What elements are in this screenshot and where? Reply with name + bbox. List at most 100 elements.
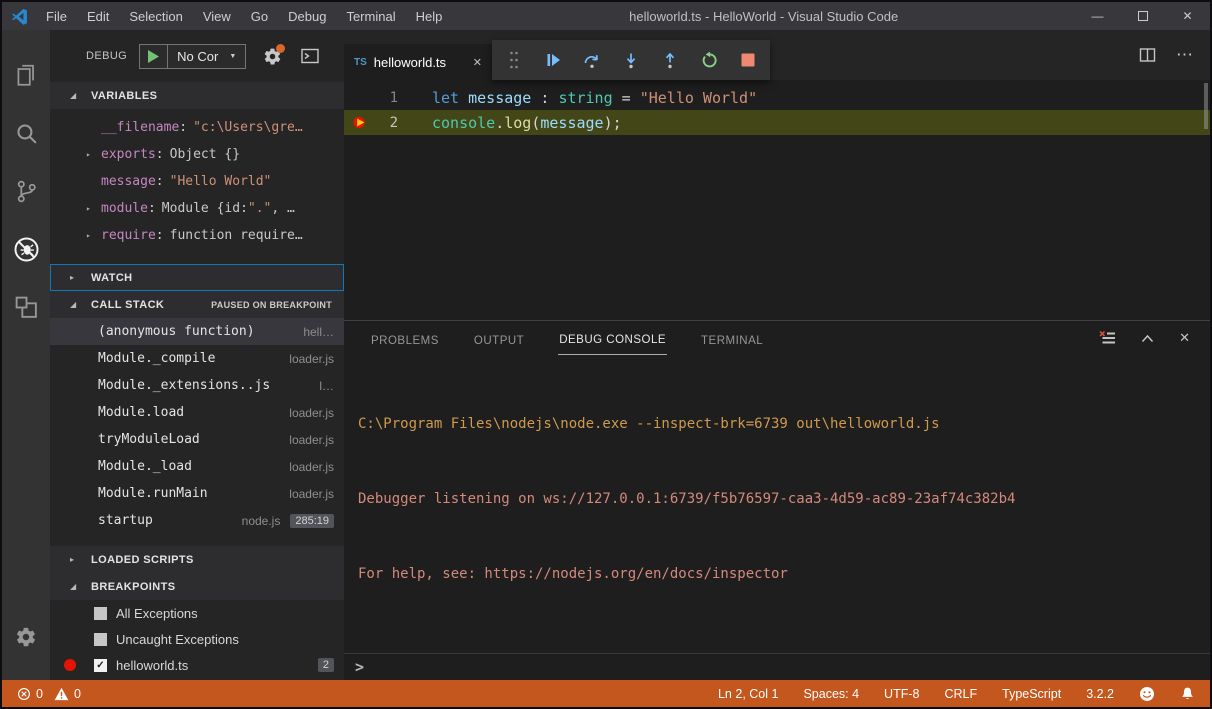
maximize-icon [1138,11,1148,21]
chevron-down-icon: ▼ [229,53,236,60]
menu-edit[interactable]: Edit [77,6,119,27]
menu-go[interactable]: Go [241,6,278,27]
breakpoint-row-helloworld[interactable]: ✓ helloworld.ts 2 [50,652,344,678]
checkbox-unchecked[interactable] [94,607,107,620]
stack-frame-row[interactable]: Module.load loader.js [50,399,344,426]
tab-helloworld[interactable]: TS helloworld.ts ✕ [344,44,492,80]
line-number: 2 [374,115,398,131]
expand-arrow-icon[interactable]: ▸ [86,204,101,213]
menu-file[interactable]: File [36,6,77,27]
code-editor[interactable]: 1 let message : string = "Hello World" 2… [344,80,1210,320]
step-over-button[interactable] [582,48,602,72]
menu-view[interactable]: View [193,6,241,27]
tab-problems[interactable]: PROBLEMS [370,326,440,355]
toolbar-drag-grip[interactable] [504,48,524,72]
close-panel-icon[interactable]: ✕ [1179,330,1190,346]
code-line-1[interactable]: 1 let message : string = "Hello World" [344,85,1210,110]
section-header-watch[interactable]: ▸ WATCH [50,264,344,291]
console-prompt-icon: > [355,658,364,676]
stack-frame-row[interactable]: Module._load loader.js [50,453,344,480]
tab-output[interactable]: OUTPUT [473,326,525,355]
breakpoint-label: helloworld.ts [116,658,188,673]
language-mode[interactable]: TypeScript [1002,687,1061,701]
tab-terminal[interactable]: TERMINAL [700,326,764,355]
source-control-icon[interactable] [2,162,50,220]
variable-row[interactable]: ▸ module: Module {id: ".", … [50,195,344,222]
variable-row[interactable]: message: "Hello World" [50,168,344,195]
configure-gear-button[interactable] [263,47,282,66]
variable-value-string: "." [248,201,271,216]
cursor-position[interactable]: Ln 2, Col 1 [718,687,778,701]
tab-debug-console[interactable]: DEBUG CONSOLE [558,325,667,355]
variable-row[interactable]: __filename: "c:\Users\gre… [50,114,344,141]
debug-sidebar-title: DEBUG [86,50,127,62]
breakpoint-row-all-exceptions[interactable]: All Exceptions [50,600,344,626]
split-editor-icon[interactable] [1139,47,1156,63]
code-line-2-current[interactable]: 2 console.log(message); [344,110,1210,135]
close-button[interactable]: ✕ [1165,2,1210,30]
step-into-button[interactable] [621,48,641,72]
frame-file: loader.js [289,352,334,366]
variable-value: Object {} [170,147,240,162]
extensions-icon[interactable] [2,278,50,336]
section-header-breakpoints[interactable]: ◢ BREAKPOINTS [50,573,344,600]
encoding[interactable]: UTF-8 [884,687,919,701]
expand-arrow-icon[interactable]: ▸ [86,150,101,159]
section-header-loaded-scripts[interactable]: ▸ LOADED SCRIPTS [50,546,344,573]
maximize-button[interactable] [1120,2,1165,30]
stack-frame-row[interactable]: tryModuleLoad loader.js [50,426,344,453]
stack-frame-row[interactable]: Module._extensions..js l… [50,372,344,399]
start-debug-button[interactable] [140,50,167,63]
eol-sequence[interactable]: CRLF [944,687,977,701]
expand-arrow-icon[interactable]: ▸ [86,231,101,240]
activity-bar [2,30,50,680]
editor-actions: ⋯ [1139,30,1194,80]
stack-frame-row[interactable]: startup node.js 285:19 [50,507,344,534]
stack-frame-row[interactable]: Module._compile loader.js [50,345,344,372]
stop-button[interactable] [738,48,758,72]
watch-title: WATCH [91,272,133,284]
variable-value: "Hello World" [170,174,272,189]
continue-button[interactable] [543,48,563,72]
explorer-icon[interactable] [2,46,50,104]
debug-icon[interactable] [2,220,50,278]
menu-selection[interactable]: Selection [119,6,192,27]
breakpoint-current-icon[interactable] [344,115,374,130]
problems-status[interactable]: 0 0 [17,687,87,701]
checkbox-checked[interactable]: ✓ [94,659,107,672]
section-header-variables[interactable]: ◢ VARIABLES [50,82,344,109]
settings-gear-icon[interactable] [2,608,50,666]
warning-count: 0 [74,687,81,701]
colon: : [179,120,193,135]
feedback-smiley-icon[interactable] [1139,686,1155,702]
tab-close-icon[interactable]: ✕ [473,56,482,69]
stack-frame-row[interactable]: Module.runMain loader.js [50,480,344,507]
debug-toolbar [492,40,770,80]
notifications-bell-icon[interactable] [1180,686,1195,702]
menu-terminal[interactable]: Terminal [336,6,405,27]
more-actions-icon[interactable]: ⋯ [1176,45,1194,65]
minimize-button[interactable]: — [1075,2,1120,30]
menu-help[interactable]: Help [406,6,453,27]
restart-button[interactable] [699,48,719,72]
console-line: C:\Program Files\nodejs\node.exe --inspe… [358,412,1210,437]
open-debug-console-button[interactable] [301,48,319,64]
search-icon[interactable] [2,104,50,162]
typescript-version[interactable]: 3.2.2 [1086,687,1114,701]
variable-row[interactable]: ▸ require: function require… [50,222,344,249]
stack-frame-row[interactable]: (anonymous function) hell… [50,318,344,345]
step-out-button[interactable] [660,48,680,72]
variable-row[interactable]: ▸ exports: Object {} [50,141,344,168]
variable-value: , … [271,201,294,216]
debug-console-input[interactable]: > [344,653,1210,680]
editor-scrollbar[interactable] [1204,83,1208,129]
checkbox-unchecked[interactable] [94,633,107,646]
menu-debug[interactable]: Debug [278,6,336,27]
debug-config-dropdown[interactable]: No Cor ▼ [168,49,245,64]
debug-console-output: C:\Program Files\nodejs\node.exe --inspe… [344,355,1210,653]
indentation[interactable]: Spaces: 4 [803,687,859,701]
clear-console-icon[interactable] [1099,331,1116,346]
section-header-call-stack[interactable]: ◢ CALL STACK PAUSED ON BREAKPOINT [50,291,344,318]
breakpoint-row-uncaught-exceptions[interactable]: Uncaught Exceptions [50,626,344,652]
maximize-panel-icon[interactable] [1140,332,1155,345]
